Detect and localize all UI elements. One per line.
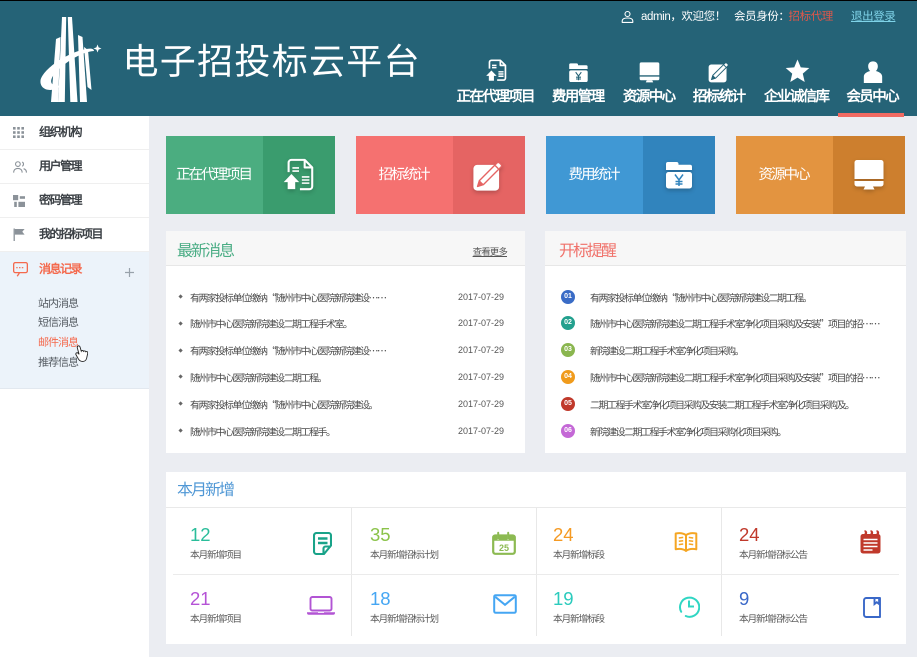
svg-text:25: 25 bbox=[499, 543, 509, 553]
